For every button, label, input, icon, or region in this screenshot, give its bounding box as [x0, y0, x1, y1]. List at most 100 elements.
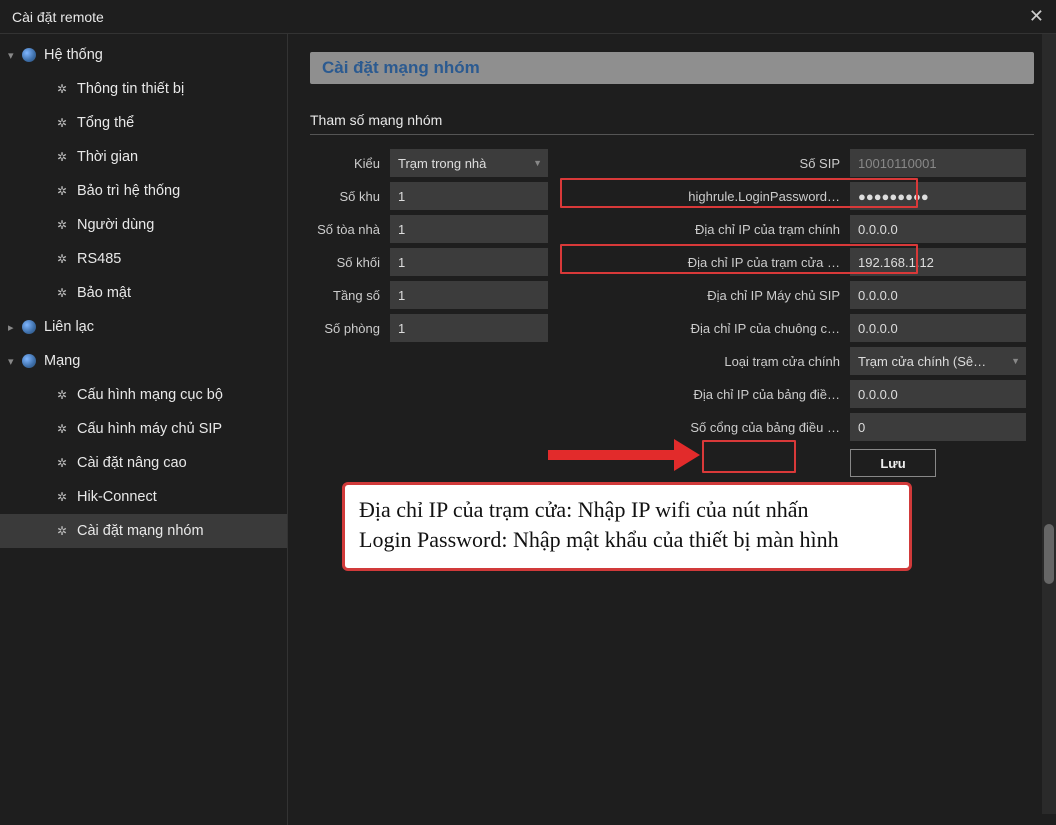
- main-panel: Cài đặt mạng nhóm Tham số mạng nhóm Kiểu…: [288, 34, 1056, 825]
- sidebar-item-rs485[interactable]: ✲ RS485: [0, 242, 287, 276]
- label: Địa chỉ IP của bảng điề…: [560, 387, 850, 402]
- gear-icon: ✲: [55, 490, 69, 504]
- sidebar-item-label: Bảo mật: [77, 285, 131, 301]
- label: highrule.LoginPassword…: [560, 189, 850, 204]
- label: Kiểu: [310, 156, 390, 171]
- sidebar-item-general[interactable]: ✲ Tổng thể: [0, 106, 287, 140]
- label: Loại trạm cửa chính: [560, 354, 850, 369]
- floor-input[interactable]: 1: [390, 281, 548, 309]
- sidebar-item-sip-server[interactable]: ✲ Cấu hình máy chủ SIP: [0, 412, 287, 446]
- field-main-door-type: Loại trạm cửa chính Trạm cửa chính (Sê…: [560, 345, 1035, 377]
- field-login-password: highrule.LoginPassword… ●●●●●●●●●: [560, 180, 1035, 212]
- sidebar: ▾ Hệ thống ✲ Thông tin thiết bị ✲ Tổng t…: [0, 34, 288, 825]
- sidebar-item-group-network[interactable]: ✲ Cài đặt mạng nhóm: [0, 514, 287, 548]
- gear-icon: ✲: [55, 456, 69, 470]
- main-station-ip-input[interactable]: 0.0.0.0: [850, 215, 1026, 243]
- globe-icon: [22, 320, 36, 334]
- gear-icon: ✲: [55, 82, 69, 96]
- field-area-no: Số khu 1: [310, 180, 560, 212]
- sidebar-item-label: Cài đặt nâng cao: [77, 455, 187, 471]
- sidebar-item-security[interactable]: ✲ Bảo mật: [0, 276, 287, 310]
- close-icon[interactable]: ✕: [1029, 6, 1044, 27]
- sidebar-group-label: Hệ thống: [44, 47, 103, 63]
- chevron-down-icon: ▾: [8, 49, 22, 62]
- sidebar-item-maintenance[interactable]: ✲ Bảo trì hệ thống: [0, 174, 287, 208]
- sidebar-item-label: Bảo trì hệ thống: [77, 183, 180, 199]
- annotation-note: Địa chỉ IP của trạm cửa: Nhập IP wifi củ…: [342, 482, 912, 571]
- gear-icon: ✲: [55, 218, 69, 232]
- sidebar-item-device-info[interactable]: ✲ Thông tin thiết bị: [0, 72, 287, 106]
- chevron-down-icon: ▾: [8, 355, 22, 368]
- sidebar-item-label: RS485: [77, 251, 121, 267]
- room-input[interactable]: 1: [390, 314, 548, 342]
- gear-icon: ✲: [55, 150, 69, 164]
- area-input[interactable]: 1: [390, 182, 548, 210]
- sidebar-item-local-network[interactable]: ✲ Cấu hình mạng cục bộ: [0, 378, 287, 412]
- sidebar-item-user[interactable]: ✲ Người dùng: [0, 208, 287, 242]
- gear-icon: ✲: [55, 116, 69, 130]
- sidebar-group-network[interactable]: ▾ Mạng: [0, 344, 287, 378]
- sidebar-item-hikconnect[interactable]: ✲ Hik-Connect: [0, 480, 287, 514]
- label: Số SIP: [560, 156, 850, 171]
- label: Số khối: [310, 255, 390, 270]
- sidebar-item-label: Tổng thể: [77, 115, 134, 131]
- password-input[interactable]: ●●●●●●●●●: [850, 182, 1026, 210]
- field-door-station-ip: Địa chỉ IP của trạm cửa … 192.168.1.12: [560, 246, 1035, 278]
- scrollbar-thumb[interactable]: [1044, 524, 1054, 584]
- globe-icon: [22, 48, 36, 62]
- save-button[interactable]: Lưu: [850, 449, 936, 477]
- note-line1: Địa chỉ IP của trạm cửa: Nhập IP wifi củ…: [359, 495, 895, 525]
- section-title: Tham số mạng nhóm: [310, 112, 1034, 135]
- gear-icon: ✲: [55, 184, 69, 198]
- bell-ip-input[interactable]: 0.0.0.0: [850, 314, 1026, 342]
- panel-port-input[interactable]: 0: [850, 413, 1026, 441]
- label: Địa chỉ IP của trạm chính: [560, 222, 850, 237]
- titlebar: Cài đặt remote ✕: [0, 0, 1056, 34]
- sidebar-group-label: Liên lạc: [44, 319, 94, 335]
- sidebar-group-contact[interactable]: ▸ Liên lạc: [0, 310, 287, 344]
- label: Tầng số: [310, 288, 390, 303]
- field-building-no: Số tòa nhà 1: [310, 213, 560, 245]
- globe-icon: [22, 354, 36, 368]
- field-unit-no: Số khối 1: [310, 246, 560, 278]
- type-select[interactable]: Trạm trong nhà: [390, 149, 548, 177]
- gear-icon: ✲: [55, 252, 69, 266]
- sidebar-group-system[interactable]: ▾ Hệ thống: [0, 38, 287, 72]
- field-panel-ip: Địa chỉ IP của bảng điề… 0.0.0.0: [560, 378, 1035, 410]
- gear-icon: ✲: [55, 422, 69, 436]
- building-input[interactable]: 1: [390, 215, 548, 243]
- panel-ip-input[interactable]: 0.0.0.0: [850, 380, 1026, 408]
- label: Số tòa nhà: [310, 222, 390, 237]
- sidebar-item-time[interactable]: ✲ Thời gian: [0, 140, 287, 174]
- sidebar-item-advanced[interactable]: ✲ Cài đặt nâng cao: [0, 446, 287, 480]
- sip-server-ip-input[interactable]: 0.0.0.0: [850, 281, 1026, 309]
- chevron-right-icon: ▸: [8, 321, 22, 334]
- field-main-station-ip: Địa chỉ IP của trạm chính 0.0.0.0: [560, 213, 1035, 245]
- field-sip-server-ip: Địa chỉ IP Máy chủ SIP 0.0.0.0: [560, 279, 1035, 311]
- label: Địa chỉ IP của trạm cửa …: [560, 255, 850, 270]
- main-door-type-select[interactable]: Trạm cửa chính (Sê…: [850, 347, 1026, 375]
- field-floor-no: Tầng số 1: [310, 279, 560, 311]
- scrollbar[interactable]: [1042, 34, 1056, 814]
- sip-input: 10010110001: [850, 149, 1026, 177]
- label: Số cổng của bảng điều …: [560, 420, 850, 435]
- page-title: Cài đặt mạng nhóm: [310, 52, 1034, 84]
- field-type: Kiểu Trạm trong nhà: [310, 147, 560, 179]
- note-line2: Login Password: Nhập mật khẩu của thiết …: [359, 525, 895, 555]
- sidebar-item-label: Cấu hình mạng cục bộ: [77, 387, 223, 403]
- field-room-no: Số phòng 1: [310, 312, 560, 344]
- sidebar-item-label: Thời gian: [77, 149, 138, 165]
- gear-icon: ✲: [55, 524, 69, 538]
- sidebar-item-label: Người dùng: [77, 217, 154, 233]
- field-sip-no: Số SIP 10010110001: [560, 147, 1035, 179]
- label: Địa chỉ IP Máy chủ SIP: [560, 288, 850, 303]
- gear-icon: ✲: [55, 286, 69, 300]
- annotation-arrow: [548, 439, 708, 469]
- unit-input[interactable]: 1: [390, 248, 548, 276]
- label: Địa chỉ IP của chuông c…: [560, 321, 850, 336]
- door-station-ip-input[interactable]: 192.168.1.12: [850, 248, 1026, 276]
- sidebar-item-label: Cài đặt mạng nhóm: [77, 523, 204, 539]
- label: Số khu: [310, 189, 390, 204]
- label: Số phòng: [310, 321, 390, 336]
- sidebar-item-label: Cấu hình máy chủ SIP: [77, 421, 222, 437]
